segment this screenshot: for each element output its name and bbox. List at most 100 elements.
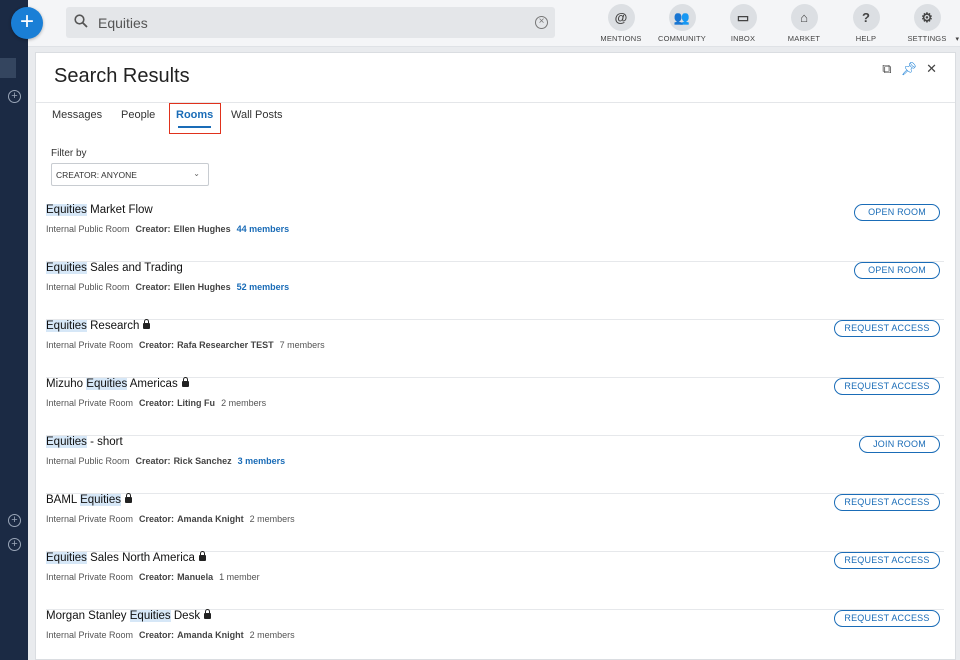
creator-name: Ellen Hughes <box>173 282 231 292</box>
room-name-suffix: Sales North America <box>86 552 195 564</box>
room-name[interactable]: Equities - short <box>46 436 123 448</box>
member-count: 2 members <box>249 514 295 524</box>
member-count: 2 members <box>249 630 295 640</box>
lock-icon <box>125 493 133 503</box>
room-name[interactable]: Mizuho Equities Americas <box>46 377 189 390</box>
close-icon[interactable]: ✕ <box>926 61 937 76</box>
creator-name: Liting Fu <box>177 398 216 408</box>
nav-mentions[interactable]: @ MENTIONS <box>591 4 651 43</box>
request-access-button[interactable]: REQUEST ACCESS <box>834 320 940 337</box>
creator-label: Creator: <box>139 398 175 408</box>
room-meta: Internal Public Room Creator: Ellen Hughes… <box>46 282 289 292</box>
room-type: Internal Public Room <box>46 224 130 234</box>
mentions-icon: @ <box>607 4 635 31</box>
creator-name: Amanda Knight <box>177 514 244 524</box>
search-term-highlight: Equities <box>46 436 87 448</box>
nav-market[interactable]: ⌂ MARKET <box>774 4 834 43</box>
creator-filter-select[interactable]: CREATOR: ANYONE ⌄ <box>51 163 209 186</box>
creator-name: Rafa Researcher TEST <box>177 340 274 350</box>
search-input[interactable]: Equities × <box>66 7 555 38</box>
pin-icon[interactable]: 📌︎ <box>901 61 918 76</box>
tab-wall-posts[interactable]: Wall Posts <box>231 109 283 121</box>
add-circle-icon[interactable]: + <box>8 90 21 103</box>
nav-label: MENTIONS <box>600 34 642 43</box>
rail-selected-item[interactable] <box>0 58 16 78</box>
creator-label: Creator: <box>135 224 171 234</box>
room-name[interactable]: Equities Research <box>46 319 151 332</box>
request-access-button[interactable]: REQUEST ACCESS <box>834 610 940 627</box>
room-meta: Internal Private Room Creator: Amanda Knig… <box>46 630 295 640</box>
search-term-highlight: Equities <box>80 494 122 506</box>
market-icon: ⌂ <box>790 4 818 31</box>
lock-icon <box>198 551 206 561</box>
lock-icon <box>181 377 189 387</box>
settings-caret-icon: ▾ <box>955 36 959 43</box>
room-name[interactable]: Equities Market Flow <box>46 204 153 216</box>
room-type: Internal Private Room <box>46 398 134 408</box>
room-name[interactable]: BAML Equities <box>46 493 133 506</box>
request-access-button[interactable]: REQUEST ACCESS <box>834 494 940 511</box>
creator-label: Creator: <box>135 456 171 466</box>
room-meta: Internal Private Room Creator: Manuela 1 me… <box>46 572 260 582</box>
room-type: Internal Public Room <box>46 456 130 466</box>
member-count: 2 members <box>221 398 267 408</box>
room-name-suffix: Research <box>86 320 140 332</box>
add-circle-icon[interactable]: + <box>8 514 21 527</box>
search-term-highlight: Equities <box>46 552 87 564</box>
room-type: Internal Private Room <box>46 514 134 524</box>
member-count[interactable]: 44 members <box>237 224 290 234</box>
member-count[interactable]: 3 members <box>238 456 286 466</box>
search-term-highlight: Equities <box>46 320 87 332</box>
search-term-highlight: Equities <box>129 610 171 622</box>
room-name-suffix: - short <box>86 436 123 448</box>
creator-label: Creator: <box>139 514 175 524</box>
room-name[interactable]: Morgan Stanley Equities Desk <box>46 609 212 622</box>
filter-label: Filter by <box>51 148 87 159</box>
search-term-highlight: Equities <box>46 204 87 216</box>
request-access-button[interactable]: REQUEST ACCESS <box>834 552 940 569</box>
room-type: Internal Public Room <box>46 282 130 292</box>
popout-icon[interactable]: ⧉ <box>882 61 891 76</box>
room-name-prefix: BAML <box>46 494 81 506</box>
room-type: Internal Private Room <box>46 630 134 640</box>
room-row: BAML Equities Internal Private Room Creato… <box>46 493 944 552</box>
add-circle-icon[interactable]: + <box>8 538 21 551</box>
settings-icon: ⚙ <box>913 4 941 31</box>
clear-search-icon[interactable]: × <box>535 16 548 29</box>
nav-community[interactable]: 👥 COMMUNITY <box>652 4 712 43</box>
search-results-panel: Search Results ⧉ 📌︎ ✕ Messages People Room… <box>35 52 956 660</box>
room-meta: Internal Public Room Creator: Ellen Hughes… <box>46 224 289 234</box>
nav-label: HELP <box>855 34 877 43</box>
room-type: Internal Private Room <box>46 340 134 350</box>
room-meta: Internal Private Room Creator: Liting Fu 2 … <box>46 398 266 408</box>
nav-settings[interactable]: ⚙ SETTINGS ▾ <box>897 4 959 43</box>
room-name[interactable]: Equities Sales and Trading <box>46 262 183 274</box>
creator-label: Creator: <box>139 630 175 640</box>
open-room-button[interactable]: OPEN ROOM <box>854 262 940 279</box>
request-access-button[interactable]: REQUEST ACCESS <box>834 378 940 395</box>
community-icon: 👥 <box>668 4 696 31</box>
page-title: Search Results <box>54 65 190 87</box>
search-icon <box>74 14 88 28</box>
room-name[interactable]: Equities Sales North America <box>46 551 206 564</box>
compose-plus-button[interactable]: + <box>11 7 43 39</box>
room-name-suffix: Sales and Trading <box>86 262 183 274</box>
room-row: Mizuho Equities Americas Internal Private… <box>46 377 944 436</box>
nav-help[interactable]: ? HELP <box>836 4 896 43</box>
member-count[interactable]: 52 members <box>237 282 290 292</box>
room-row: Equities Sales North America Internal Pri… <box>46 551 944 610</box>
creator-name: Ellen Hughes <box>173 224 231 234</box>
tab-messages[interactable]: Messages <box>52 109 102 121</box>
room-meta: Internal Public Room Creator: Rick Sanchez… <box>46 456 285 466</box>
room-row: Equities Market Flow Internal Public Room… <box>46 204 944 262</box>
chevron-down-icon: ⌄ <box>193 169 200 178</box>
join-room-button[interactable]: JOIN ROOM <box>859 436 940 453</box>
room-name-suffix: Desk <box>170 610 201 622</box>
nav-inbox[interactable]: ▭ INBOX <box>713 4 773 43</box>
search-term-highlight: Equities <box>46 262 87 274</box>
open-room-button[interactable]: OPEN ROOM <box>854 204 940 221</box>
room-row: Equities - short Internal Public Room Crea… <box>46 436 944 494</box>
tab-people[interactable]: People <box>121 109 155 121</box>
nav-label: COMMUNITY <box>657 34 707 43</box>
room-name-prefix: Morgan Stanley <box>46 610 130 622</box>
